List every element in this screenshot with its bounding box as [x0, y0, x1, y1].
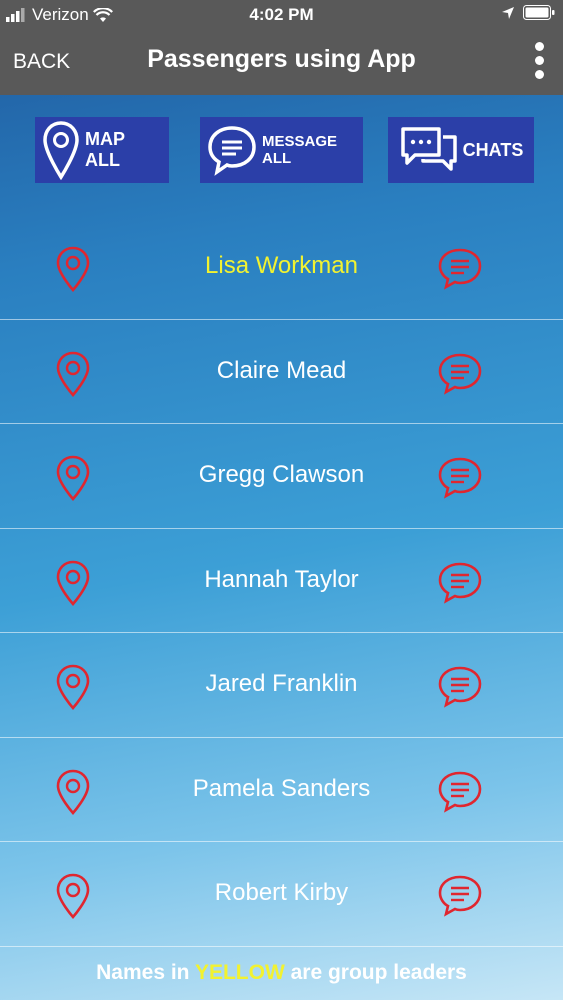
group-leader-note: Names in YELLOW are group leaders	[0, 961, 563, 985]
map-pin-icon[interactable]	[53, 872, 93, 925]
passenger-row[interactable]: Gregg Clawson	[0, 424, 563, 529]
status-bar: Verizon 4:02 PM	[0, 0, 563, 30]
message-icon[interactable]	[436, 665, 484, 714]
passenger-name[interactable]: Jared Franklin	[110, 670, 453, 698]
message-icon[interactable]	[436, 352, 484, 401]
footer-highlight: YELLOW	[194, 961, 285, 984]
passenger-name[interactable]: Claire Mead	[110, 357, 453, 385]
action-bar: MAP ALL MESSAGE ALL CHATS	[0, 117, 563, 183]
status-time: 4:02 PM	[249, 5, 314, 24]
map-pin-icon[interactable]	[53, 768, 93, 821]
map-all-button[interactable]: MAP ALL	[35, 117, 169, 183]
message-all-button[interactable]: MESSAGE ALL	[200, 117, 363, 183]
passenger-name[interactable]: Lisa Workman	[110, 252, 453, 280]
passenger-row[interactable]: Lisa Workman	[0, 215, 563, 320]
message-icon[interactable]	[436, 770, 484, 819]
message-icon[interactable]	[436, 456, 484, 505]
message-icon[interactable]	[436, 561, 484, 610]
passenger-list: Lisa Workman Claire Mead Gregg Clawson Hann…	[0, 215, 563, 947]
map-pin-icon[interactable]	[53, 350, 93, 403]
map-pin-icon[interactable]	[53, 245, 93, 298]
footer-text-before: Names in	[96, 961, 195, 984]
more-menu-icon[interactable]	[535, 42, 545, 80]
passenger-row[interactable]: Robert Kirby	[0, 842, 563, 947]
passenger-row[interactable]: Hannah Taylor	[0, 529, 563, 633]
passenger-row[interactable]: Claire Mead	[0, 320, 563, 424]
map-pin-icon	[43, 121, 79, 180]
message-all-label: MESSAGE ALL	[262, 133, 338, 167]
map-pin-icon[interactable]	[53, 454, 93, 507]
message-icon[interactable]	[436, 874, 484, 923]
page-title: Passengers using App	[147, 45, 416, 73]
battery-icon	[523, 5, 555, 20]
map-pin-icon[interactable]	[53, 663, 93, 716]
chats-icon	[400, 127, 457, 171]
passenger-name[interactable]: Gregg Clawson	[110, 461, 453, 489]
footer-text-after: are group leaders	[284, 961, 467, 984]
passenger-row[interactable]: Jared Franklin	[0, 633, 563, 738]
passenger-name[interactable]: Pamela Sanders	[110, 775, 453, 803]
passenger-row[interactable]: Pamela Sanders	[0, 738, 563, 842]
map-all-label: MAP ALL	[85, 129, 125, 170]
passenger-name[interactable]: Robert Kirby	[110, 879, 453, 907]
message-icon[interactable]	[436, 247, 484, 296]
message-bubble-icon	[208, 126, 256, 176]
location-arrow-icon	[502, 6, 514, 19]
nav-bar: BACK Passengers using App	[0, 30, 563, 95]
map-pin-icon[interactable]	[53, 559, 93, 612]
chats-label: CHATS	[462, 139, 524, 160]
chats-button[interactable]: CHATS	[388, 117, 534, 183]
passenger-name[interactable]: Hannah Taylor	[110, 566, 453, 594]
